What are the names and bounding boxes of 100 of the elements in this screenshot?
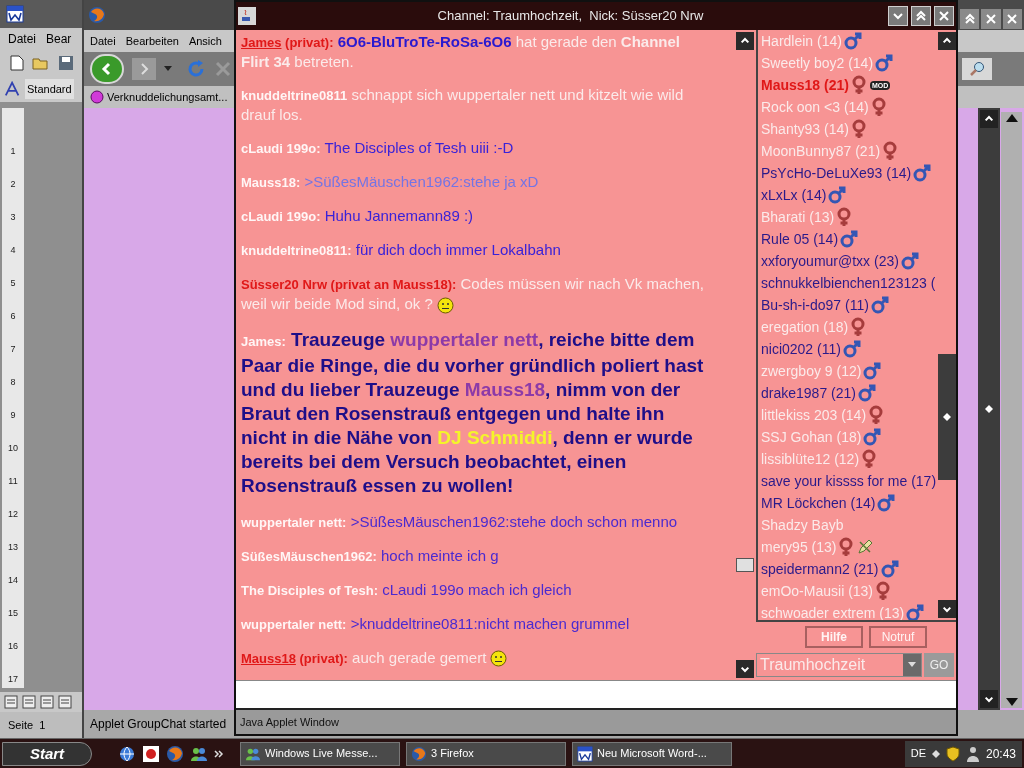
maximize-button[interactable]: [911, 6, 931, 26]
close-icon: [1006, 13, 1019, 25]
globe-fox-icon[interactable]: [166, 744, 184, 763]
diamond-icon: [943, 413, 951, 421]
male-symbol-icon: [905, 603, 926, 620]
scroll-up-button[interactable]: [980, 110, 998, 128]
back-button[interactable]: [90, 54, 124, 84]
language-indicator[interactable]: DE: [910, 745, 926, 762]
double-chevron-right-icon[interactable]: [214, 748, 224, 759]
taskbar-button[interactable]: Windows Live Messe...: [240, 741, 400, 766]
globe-fox-icon: [411, 745, 427, 762]
normal-view-icon[interactable]: [4, 695, 18, 709]
chat-message: Mauss18: >SüßesMäuschen1962:stehe ja xD: [241, 172, 540, 192]
user-name[interactable]: speidermann2 (21): [761, 558, 879, 580]
male-symbol-icon: [869, 295, 890, 315]
double-chevron-up-icon: [963, 13, 976, 25]
pencil-icon: [856, 538, 875, 556]
scroll-down-button[interactable]: [938, 600, 956, 618]
menu-item[interactable]: Bearbeiten: [125, 32, 179, 50]
male-symbol-icon: [876, 493, 897, 513]
scroll-down-button[interactable]: [980, 690, 998, 708]
maximize-button[interactable]: [960, 9, 980, 29]
scroll-up-arrow-icon[interactable]: [1005, 114, 1018, 122]
user-name[interactable]: xxforyoumur@txx (23): [761, 250, 899, 272]
user-name[interactable]: Bu-sh-i-do97 (11): [761, 294, 869, 316]
message-input-field[interactable]: [236, 680, 956, 708]
user-name[interactable]: schnukkelbienchen123123 (: [761, 272, 936, 294]
double-chevron-up-icon: [915, 10, 927, 22]
ruler-number: 2: [10, 179, 16, 189]
chat-message: James: Trauzeuge wuppertaler nett, reiche bitte dem Paar die Ringe, die du vorher gründlich poliert hast und du lieber Trauzeuge Mauss18, nimm von der Braut den Rosenstrauß entgegen und halte ihn nicht in die Nähe von DJ Schmiddi, denn er wurde bereits bei dem Versuch beobachtet, einen Rosenstrauß essen zu wollen!: [241, 327, 705, 498]
ruler-number: 16: [8, 641, 18, 651]
font-style-icon[interactable]: [4, 81, 22, 97]
style-dropdown[interactable]: Standard: [25, 79, 74, 99]
document-icon: [6, 5, 24, 23]
user-name[interactable]: Rule 05 (14): [761, 228, 839, 250]
scrollbar-thumb[interactable]: [938, 354, 956, 480]
ruler-number: 13: [8, 542, 18, 552]
close-icon: [985, 13, 997, 25]
outline-view-icon[interactable]: [58, 695, 72, 709]
menu-item[interactable]: Datei: [90, 32, 116, 50]
globe-fox-icon: [88, 6, 106, 24]
user-name[interactable]: xLxLx (14): [761, 184, 827, 206]
scroll-down-button[interactable]: [736, 660, 754, 678]
close-icon: [938, 10, 950, 22]
applet-status-text: Java Applet Window: [236, 708, 956, 734]
start-button[interactable]: Start: [2, 741, 92, 766]
taskbar-button[interactable]: 3 Firefox: [406, 741, 566, 766]
globe-icon[interactable]: [118, 744, 136, 763]
word-status-text: Seite 1: [0, 712, 82, 738]
chat-message: The Disciples of Tesh: cLaudi 199o mach ich gleich: [241, 579, 573, 600]
taskbar-button[interactable]: Neu Microsoft Word-...: [572, 741, 732, 766]
layout-view-icon[interactable]: [40, 695, 54, 709]
ruler-number: 11: [8, 476, 18, 486]
menu-item[interactable]: Ansich: [188, 32, 222, 50]
new-document-icon[interactable]: [10, 55, 24, 71]
user-name[interactable]: save your kissss for me (17): [761, 470, 937, 492]
chat-message: cLaudi 199o: Huhu Jannemann89 :): [241, 206, 475, 226]
male-symbol-icon: [874, 53, 895, 73]
web-view-icon[interactable]: [22, 695, 36, 709]
ruler-number: 4: [10, 245, 16, 255]
ruler-number: 8: [10, 377, 16, 387]
close-button[interactable]: [1002, 9, 1022, 29]
male-symbol-icon: [879, 559, 900, 579]
ruler-number: 10: [8, 443, 18, 453]
user-name[interactable]: PsYcHo-DeLuXe93 (14): [761, 162, 912, 184]
person-icon[interactable]: [965, 745, 980, 762]
ruler-number: 15: [8, 608, 18, 618]
page-scrollbar[interactable]: [978, 108, 1000, 710]
scroll-down-arrow-icon[interactable]: [1005, 698, 1018, 706]
chat-message: wuppertaler nett: >SüßesMäuschen1962:stehe doch schon menno: [241, 511, 679, 532]
menu-item[interactable]: Bear: [46, 30, 72, 48]
ruler-number: 14: [8, 575, 18, 585]
scroll-up-button[interactable]: [938, 32, 956, 50]
male-symbol-icon: [856, 383, 877, 403]
chat-message: SüßesMäuschen1962: hoch meinte ich g: [241, 545, 500, 566]
save-icon[interactable]: [58, 55, 74, 71]
scroll-up-button[interactable]: [736, 32, 754, 50]
male-symbol-icon: [839, 229, 860, 249]
user-name[interactable]: MR Löckchen (14): [761, 492, 876, 514]
male-symbol-icon: [862, 361, 883, 381]
chat-message: James (privat): 6O6-BluTroTe-RoSa-6O6 hat gerade den Channel Flirt 34 betreten.: [241, 32, 682, 71]
close-button[interactable]: [934, 6, 954, 26]
ruler-number: 9: [10, 410, 16, 420]
male-symbol-icon: [899, 251, 920, 271]
chat-message: knuddeltrine0811: für dich doch immer Lokalbahn: [241, 240, 562, 260]
caret-down-icon[interactable]: [164, 66, 172, 72]
chevron-down-icon: [892, 10, 904, 22]
search-button[interactable]: [962, 58, 992, 80]
user-name[interactable]: drake1987 (21): [761, 382, 856, 404]
user-name[interactable]: nici0202 (11): [761, 338, 841, 360]
minimize-button[interactable]: [888, 6, 908, 26]
shield-icon[interactable]: [945, 745, 960, 762]
menu-item[interactable]: Datei: [8, 30, 36, 48]
bookmark-link[interactable]: Verknuddelichungsamt...: [90, 88, 228, 106]
clock: 20:43: [985, 745, 1016, 763]
ruler-number: 7: [10, 344, 16, 354]
document-scrollbar[interactable]: [1001, 112, 1022, 708]
diamond-icon[interactable]: [931, 749, 940, 758]
chat-message: wuppertaler nett: >knuddeltrine0811:nicht machen grummel: [241, 613, 631, 634]
scrollbar-thumb[interactable]: [736, 558, 754, 572]
